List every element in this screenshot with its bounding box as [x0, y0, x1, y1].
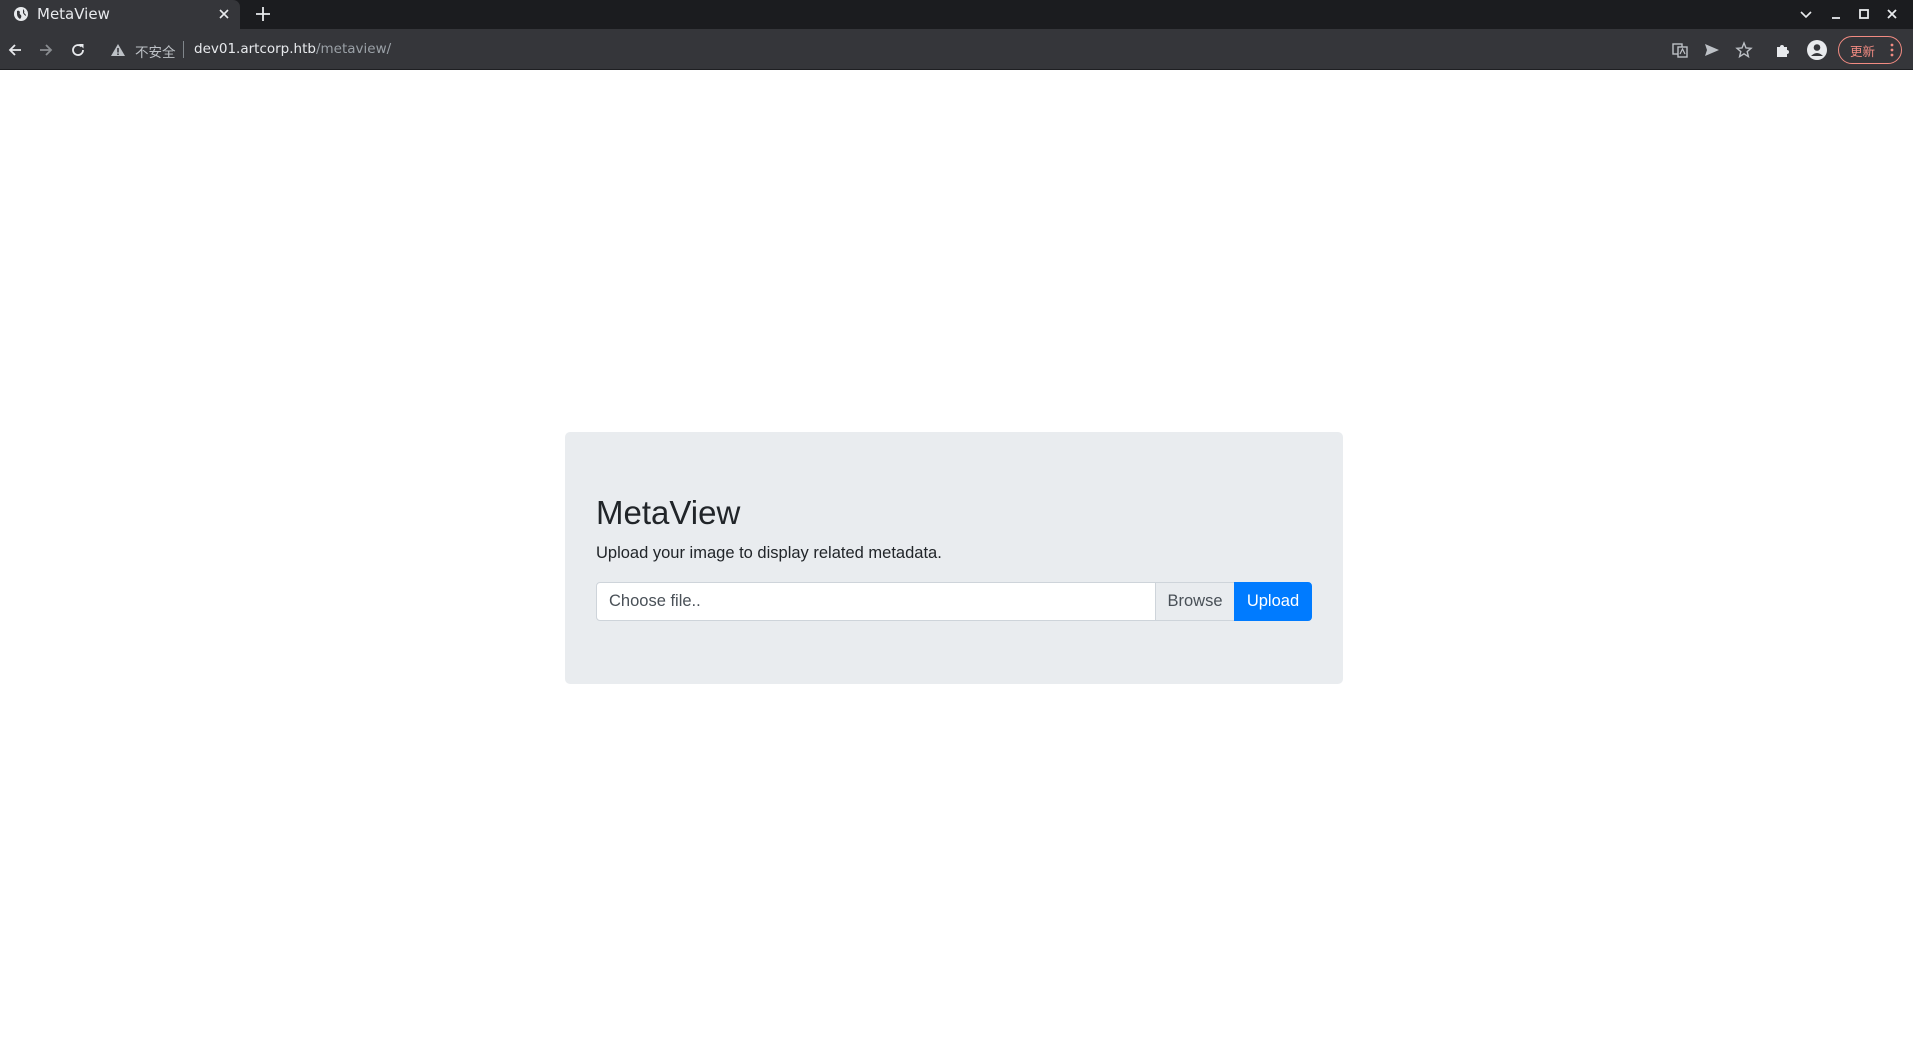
- minimize-icon[interactable]: [1827, 5, 1845, 23]
- forward-icon[interactable]: [36, 40, 56, 60]
- translate-icon[interactable]: [1670, 40, 1690, 60]
- send-icon[interactable]: [1702, 40, 1722, 60]
- back-icon[interactable]: [5, 40, 25, 60]
- file-input[interactable]: Choose file..: [596, 582, 1156, 621]
- star-icon[interactable]: [1734, 40, 1754, 60]
- maximize-icon[interactable]: [1855, 5, 1873, 23]
- reload-icon[interactable]: [68, 40, 88, 60]
- close-icon[interactable]: [215, 5, 233, 23]
- browse-button[interactable]: Browse: [1155, 582, 1235, 621]
- extensions-icon[interactable]: [1773, 40, 1793, 60]
- url-text[interactable]: dev01.artcorp.htb/metaview/: [194, 41, 391, 57]
- new-tab-icon[interactable]: [253, 4, 273, 24]
- tab-strip: MetaView: [0, 0, 1913, 29]
- more-icon: [1890, 43, 1894, 57]
- update-label: 更新: [1850, 43, 1876, 59]
- update-button[interactable]: 更新: [1838, 36, 1902, 64]
- warning-icon[interactable]: [110, 42, 126, 58]
- url-separator: [183, 41, 184, 58]
- browser-tab[interactable]: MetaView: [0, 0, 240, 29]
- tab-title: MetaView: [37, 5, 110, 23]
- page-description: Upload your image to display related met…: [596, 544, 942, 562]
- upload-panel: MetaView Upload your image to display re…: [565, 432, 1343, 684]
- tab-search-icon[interactable]: [1797, 5, 1815, 23]
- globe-icon: [14, 7, 28, 21]
- upload-button[interactable]: Upload: [1234, 582, 1312, 621]
- security-label[interactable]: 不安全: [135, 41, 176, 61]
- page-title: MetaView: [596, 494, 741, 531]
- url-path: /metaview/: [315, 41, 392, 57]
- window-close-icon[interactable]: [1883, 5, 1901, 23]
- profile-icon[interactable]: [1806, 39, 1828, 61]
- url-host: dev01.artcorp.htb: [194, 41, 316, 57]
